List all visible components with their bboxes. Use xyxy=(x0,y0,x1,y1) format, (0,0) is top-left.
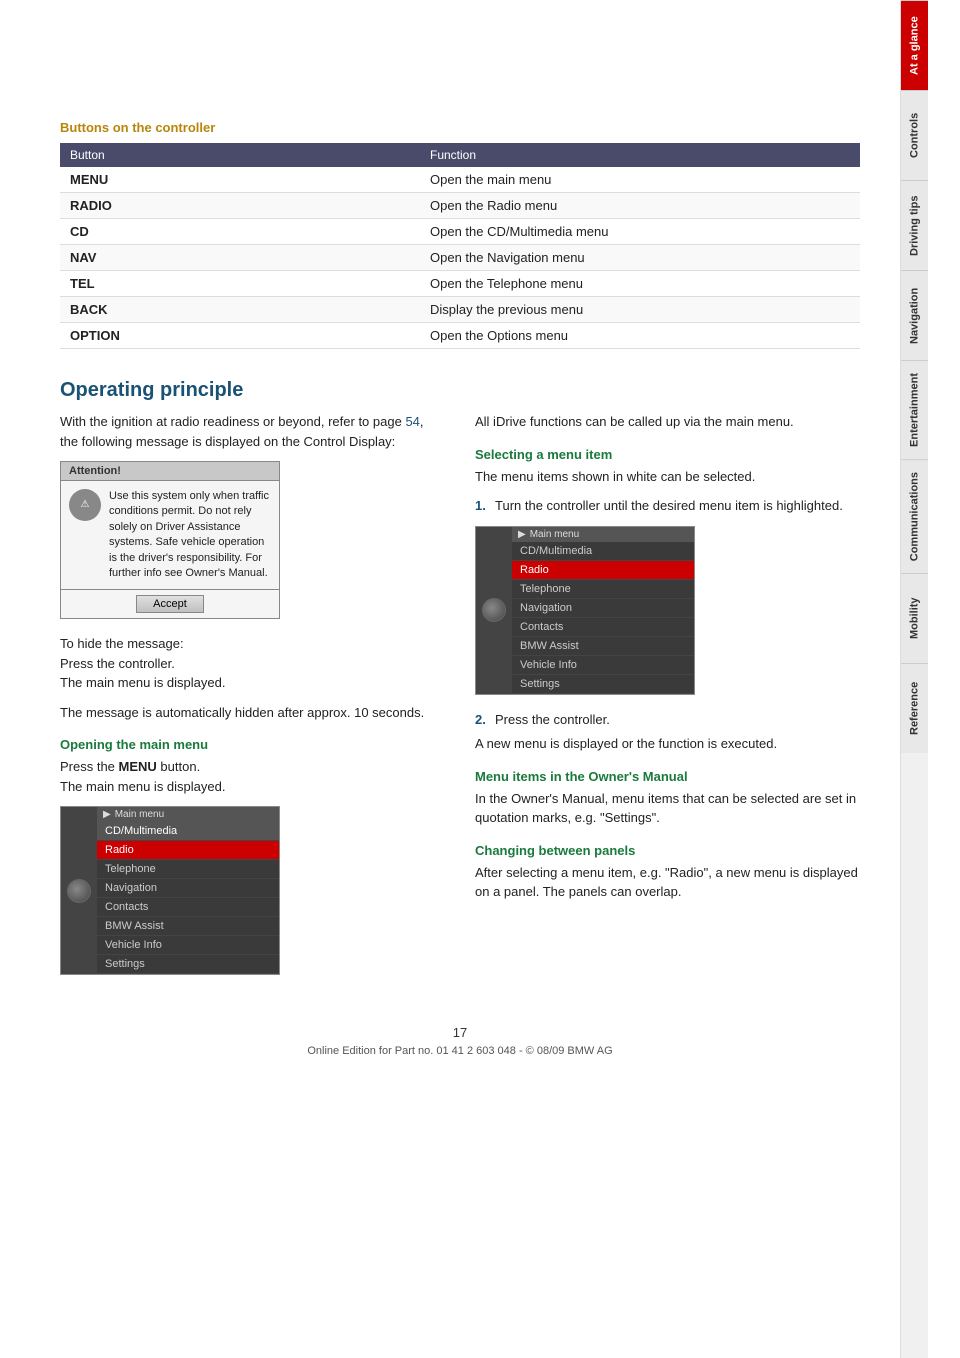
selecting-menu-item-text: The menu items shown in white can be sel… xyxy=(475,467,860,487)
table-row: NAVOpen the Navigation menu xyxy=(60,245,860,271)
menu-item-settings: Settings xyxy=(97,955,279,974)
menu-item-right-navigation: Navigation xyxy=(512,599,694,618)
table-cell-button: RADIO xyxy=(60,193,420,219)
changing-panels-text: After selecting a menu item, e.g. "Radio… xyxy=(475,863,860,902)
accept-button[interactable]: Accept xyxy=(136,595,204,613)
menu-knob-area-right xyxy=(476,527,512,694)
table-cell-button: OPTION xyxy=(60,323,420,349)
operating-principle-section: Operating principle With the ignition at… xyxy=(60,379,860,990)
menu-list-right: ▶Main menu CD/Multimedia Radio Telephone… xyxy=(512,527,694,694)
intro-text: With the ignition at radio readiness or … xyxy=(60,412,445,451)
menu-item-right-settings: Settings xyxy=(512,675,694,694)
attention-accept-area: Accept xyxy=(61,589,279,618)
controller-table: Button Function MENUOpen the main menuRA… xyxy=(60,143,860,349)
step-1: 1. Turn the controller until the desired… xyxy=(475,496,860,516)
page-footer: 17 Online Edition for Part no. 01 41 2 6… xyxy=(60,1010,860,1072)
sidebar-tab-entertainment[interactable]: Entertainment xyxy=(901,360,928,459)
menu-knob-right xyxy=(482,598,506,622)
opening-main-menu-title: Opening the main menu xyxy=(60,737,445,752)
hide-message-text: To hide the message: Press the controlle… xyxy=(60,634,445,693)
right-intro: All iDrive functions can be called up vi… xyxy=(475,412,860,432)
menu-item-right-contacts: Contacts xyxy=(512,618,694,637)
table-header-function: Function xyxy=(420,143,860,167)
menu-item-vehicleinfo: Vehicle Info xyxy=(97,936,279,955)
page-link[interactable]: 54 xyxy=(405,414,419,429)
table-cell-function: Open the Navigation menu xyxy=(420,245,860,271)
sidebar-tab-mobility[interactable]: Mobility xyxy=(901,573,928,663)
menu-items-manual-title: Menu items in the Owner's Manual xyxy=(475,769,860,784)
sidebar-tab-communications[interactable]: Communications xyxy=(901,459,928,573)
table-cell-button: CD xyxy=(60,219,420,245)
main-menu-screenshot-right: ▶Main menu CD/Multimedia Radio Telephone… xyxy=(475,526,695,695)
table-cell-function: Open the Telephone menu xyxy=(420,271,860,297)
step-2-text: Press the controller. xyxy=(495,710,610,730)
menu-item-cdmultimedia: CD/Multimedia xyxy=(97,822,279,841)
menu-knob-area xyxy=(61,807,97,974)
table-row: RADIOOpen the Radio menu xyxy=(60,193,860,219)
operating-principle-title: Operating principle xyxy=(60,379,860,402)
attention-text: Use this system only when traffic condit… xyxy=(109,489,271,581)
left-column: With the ignition at radio readiness or … xyxy=(60,412,445,990)
changing-panels-title: Changing between panels xyxy=(475,843,860,858)
footer-text: Online Edition for Part no. 01 41 2 603 … xyxy=(60,1045,860,1057)
menu-list-left: ▶Main menu CD/Multimedia Radio Telephone… xyxy=(97,807,279,974)
table-cell-button: BACK xyxy=(60,297,420,323)
attention-box: Attention! ⚠ Use this system only when t… xyxy=(60,461,280,619)
sidebar-tab-at-a-glance[interactable]: At a glance xyxy=(901,0,928,90)
menu-item-telephone: Telephone xyxy=(97,860,279,879)
table-row: MENUOpen the main menu xyxy=(60,167,860,193)
table-cell-function: Open the main menu xyxy=(420,167,860,193)
table-cell-function: Open the CD/Multimedia menu xyxy=(420,219,860,245)
sidebar-tab-navigation[interactable]: Navigation xyxy=(901,270,928,360)
sidebar-tab-controls[interactable]: Controls xyxy=(901,90,928,180)
sidebar-tab-reference[interactable]: Reference xyxy=(901,663,928,753)
attention-icon: ⚠ xyxy=(69,489,101,521)
table-cell-button: NAV xyxy=(60,245,420,271)
auto-hide-text: The message is automatically hidden afte… xyxy=(60,703,445,723)
page-number: 17 xyxy=(60,1025,860,1040)
attention-header: Attention! xyxy=(61,462,279,481)
menu-item-contacts: Contacts xyxy=(97,898,279,917)
table-cell-function: Open the Radio menu xyxy=(420,193,860,219)
table-cell-button: MENU xyxy=(60,167,420,193)
attention-body: ⚠ Use this system only when traffic cond… xyxy=(61,481,279,589)
menu-knob xyxy=(67,879,91,903)
sidebar-tabs: At a glance Controls Driving tips Naviga… xyxy=(900,0,928,1358)
table-row: BACKDisplay the previous menu xyxy=(60,297,860,323)
table-cell-function: Open the Options menu xyxy=(420,323,860,349)
main-menu-screenshot-left: ▶Main menu CD/Multimedia Radio Telephone… xyxy=(60,806,280,975)
menu-item-right-radio: Radio xyxy=(512,561,694,580)
table-cell-function: Display the previous menu xyxy=(420,297,860,323)
opening-main-menu-text: Press the MENU button. The main menu is … xyxy=(60,757,445,796)
table-header-button: Button xyxy=(60,143,420,167)
table-row: CDOpen the CD/Multimedia menu xyxy=(60,219,860,245)
menu-item-bmwassist: BMW Assist xyxy=(97,917,279,936)
menu-item-navigation: Navigation xyxy=(97,879,279,898)
menu-item-radio: Radio xyxy=(97,841,279,860)
table-cell-button: TEL xyxy=(60,271,420,297)
after-step2-text: A new menu is displayed or the function … xyxy=(475,734,860,754)
menu-item-right-telephone: Telephone xyxy=(512,580,694,599)
sidebar-tab-driving-tips[interactable]: Driving tips xyxy=(901,180,928,270)
menu-item-right-bmwassist: BMW Assist xyxy=(512,637,694,656)
buttons-section-title: Buttons on the controller xyxy=(60,120,860,135)
menu-title-bar: ▶Main menu xyxy=(97,807,279,822)
menu-item-right-vehicleinfo: Vehicle Info xyxy=(512,656,694,675)
buttons-section: Buttons on the controller Button Functio… xyxy=(60,120,860,349)
table-row: OPTIONOpen the Options menu xyxy=(60,323,860,349)
selecting-menu-item-title: Selecting a menu item xyxy=(475,447,860,462)
step-1-text: Turn the controller until the desired me… xyxy=(495,496,843,516)
right-column: All iDrive functions can be called up vi… xyxy=(475,412,860,990)
menu-item-right-cdmultimedia: CD/Multimedia xyxy=(512,542,694,561)
step-2: 2. Press the controller. xyxy=(475,710,860,730)
table-row: TELOpen the Telephone menu xyxy=(60,271,860,297)
menu-items-manual-text: In the Owner's Manual, menu items that c… xyxy=(475,789,860,828)
menu-title-bar-right: ▶Main menu xyxy=(512,527,694,542)
